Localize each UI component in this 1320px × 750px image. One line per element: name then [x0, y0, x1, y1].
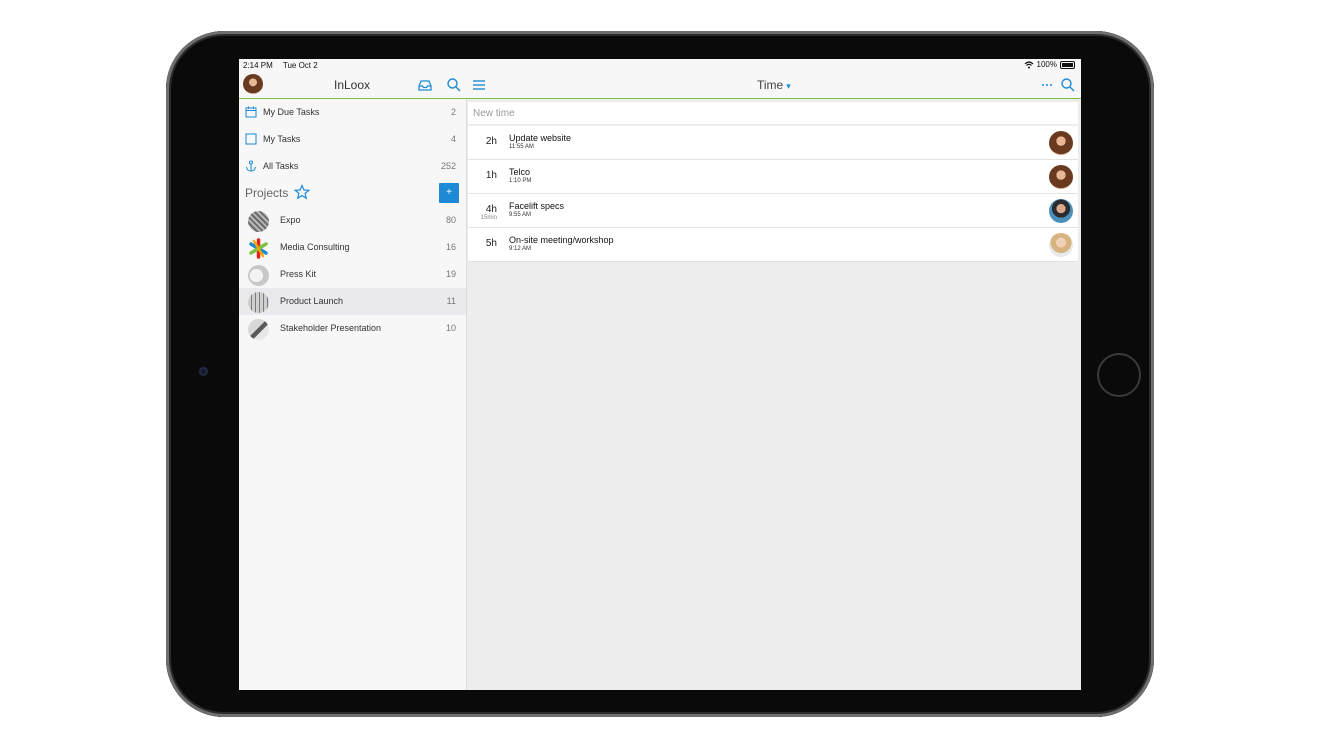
entry-extra: 15min	[480, 215, 497, 221]
entry-time: 9:12 AM	[509, 246, 532, 252]
project-thumbnail	[248, 265, 269, 286]
star-icon[interactable]	[294, 184, 310, 200]
project-item-media-consulting[interactable]: Media Consulting 16	[239, 234, 466, 261]
entry-avatar	[1049, 199, 1073, 223]
app-screen: 2:14 PM Tue Oct 2 100% InLoox Time ▾ My …	[239, 59, 1081, 690]
view-switcher[interactable]: Time ▾	[757, 78, 791, 92]
inbox-icon[interactable]	[417, 77, 433, 93]
nav-count: 252	[440, 161, 456, 171]
project-item-product-launch[interactable]: Product Launch 11	[239, 288, 466, 315]
projects-heading: Projects	[245, 186, 289, 200]
status-time: 2:14 PM	[243, 61, 273, 70]
calendar-icon	[245, 106, 257, 118]
top-bar: InLoox Time ▾	[239, 71, 1081, 99]
search-icon[interactable]	[446, 77, 462, 93]
time-entry-row[interactable]: 5h On-site meeting/workshop 9:12 AM	[468, 228, 1078, 262]
entry-title: Facelift specs	[509, 201, 565, 211]
home-button[interactable]	[1097, 353, 1141, 397]
project-thumbnail	[248, 292, 269, 313]
project-item-press-kit[interactable]: Press Kit 19	[239, 261, 466, 288]
nav-count: 4	[450, 134, 456, 144]
time-entry-row[interactable]: 4h 15min Facelift specs 9:55 AM	[468, 194, 1078, 228]
wifi-icon	[1024, 60, 1033, 68]
project-item-stakeholder-presentation[interactable]: Stakeholder Presentation 10	[239, 315, 466, 342]
pinwheel-logo-icon	[249, 238, 268, 259]
entry-duration: 4h	[485, 204, 497, 215]
project-label: Media Consulting	[280, 242, 350, 252]
nav-my-due-tasks[interactable]: My Due Tasks 2	[239, 99, 466, 126]
nav-count: 2	[450, 107, 456, 117]
entry-title: On-site meeting/workshop	[509, 235, 614, 245]
entry-avatar	[1049, 233, 1073, 257]
user-avatar[interactable]	[243, 74, 263, 94]
battery-icon	[1060, 60, 1075, 69]
entry-duration: 1h	[485, 170, 497, 181]
chevron-down-icon: ▾	[786, 81, 791, 91]
app-title: InLoox	[334, 78, 371, 92]
project-label: Expo	[280, 215, 301, 225]
status-bar: 2:14 PM Tue Oct 2 100%	[239, 59, 1081, 71]
entry-avatar	[1049, 165, 1073, 189]
battery-percent: 100%	[1036, 60, 1057, 69]
ellipsis-icon[interactable]	[1039, 77, 1055, 93]
project-label: Stakeholder Presentation	[280, 323, 382, 333]
time-entry-row[interactable]: 1h Telco 1:10 PM	[468, 160, 1078, 194]
hamburger-icon[interactable]	[471, 77, 487, 93]
entry-time: 11:55 AM	[509, 144, 534, 150]
entry-title: Telco	[509, 167, 531, 177]
project-label: Product Launch	[280, 296, 344, 306]
search-icon[interactable]	[1060, 77, 1076, 93]
project-label: Press Kit	[280, 269, 317, 279]
nav-label: My Due Tasks	[263, 107, 320, 117]
project-count: 11	[446, 296, 456, 306]
anchor-icon	[246, 160, 256, 172]
project-count: 80	[445, 215, 456, 225]
nav-all-tasks[interactable]: All Tasks 252	[239, 153, 466, 180]
entry-duration: 5h	[485, 238, 497, 249]
project-count: 10	[445, 323, 456, 333]
time-entry-row[interactable]: 2h Update website 11:55 AM	[468, 126, 1078, 160]
nav-label: All Tasks	[263, 161, 299, 171]
project-count: 16	[445, 242, 456, 252]
front-camera	[199, 367, 208, 376]
entry-time: 1:10 PM	[509, 178, 532, 184]
time-list-panel: New time 2h Update website 11:55 AM 1h T…	[468, 99, 1081, 690]
nav-label: My Tasks	[263, 134, 301, 144]
status-date: Tue Oct 2	[282, 61, 318, 70]
project-count: 19	[445, 269, 456, 279]
view-title: Time	[757, 78, 784, 92]
entry-title: Update website	[509, 133, 572, 143]
project-thumbnail	[248, 211, 269, 232]
checkbox-icon	[245, 133, 257, 145]
nav-my-tasks[interactable]: My Tasks 4	[239, 126, 466, 153]
entry-avatar	[1049, 131, 1073, 155]
entry-duration: 2h	[485, 136, 497, 147]
project-item-expo[interactable]: Expo 80	[239, 207, 466, 234]
entry-time: 9:55 AM	[509, 212, 532, 218]
project-thumbnail	[248, 319, 269, 340]
new-time-placeholder: New time	[473, 108, 515, 119]
sidebar: My Due Tasks 2 My Tasks 4 All Tasks 252 …	[239, 99, 467, 690]
add-project-button[interactable]: +	[439, 183, 459, 203]
new-time-input[interactable]: New time	[468, 102, 1078, 124]
